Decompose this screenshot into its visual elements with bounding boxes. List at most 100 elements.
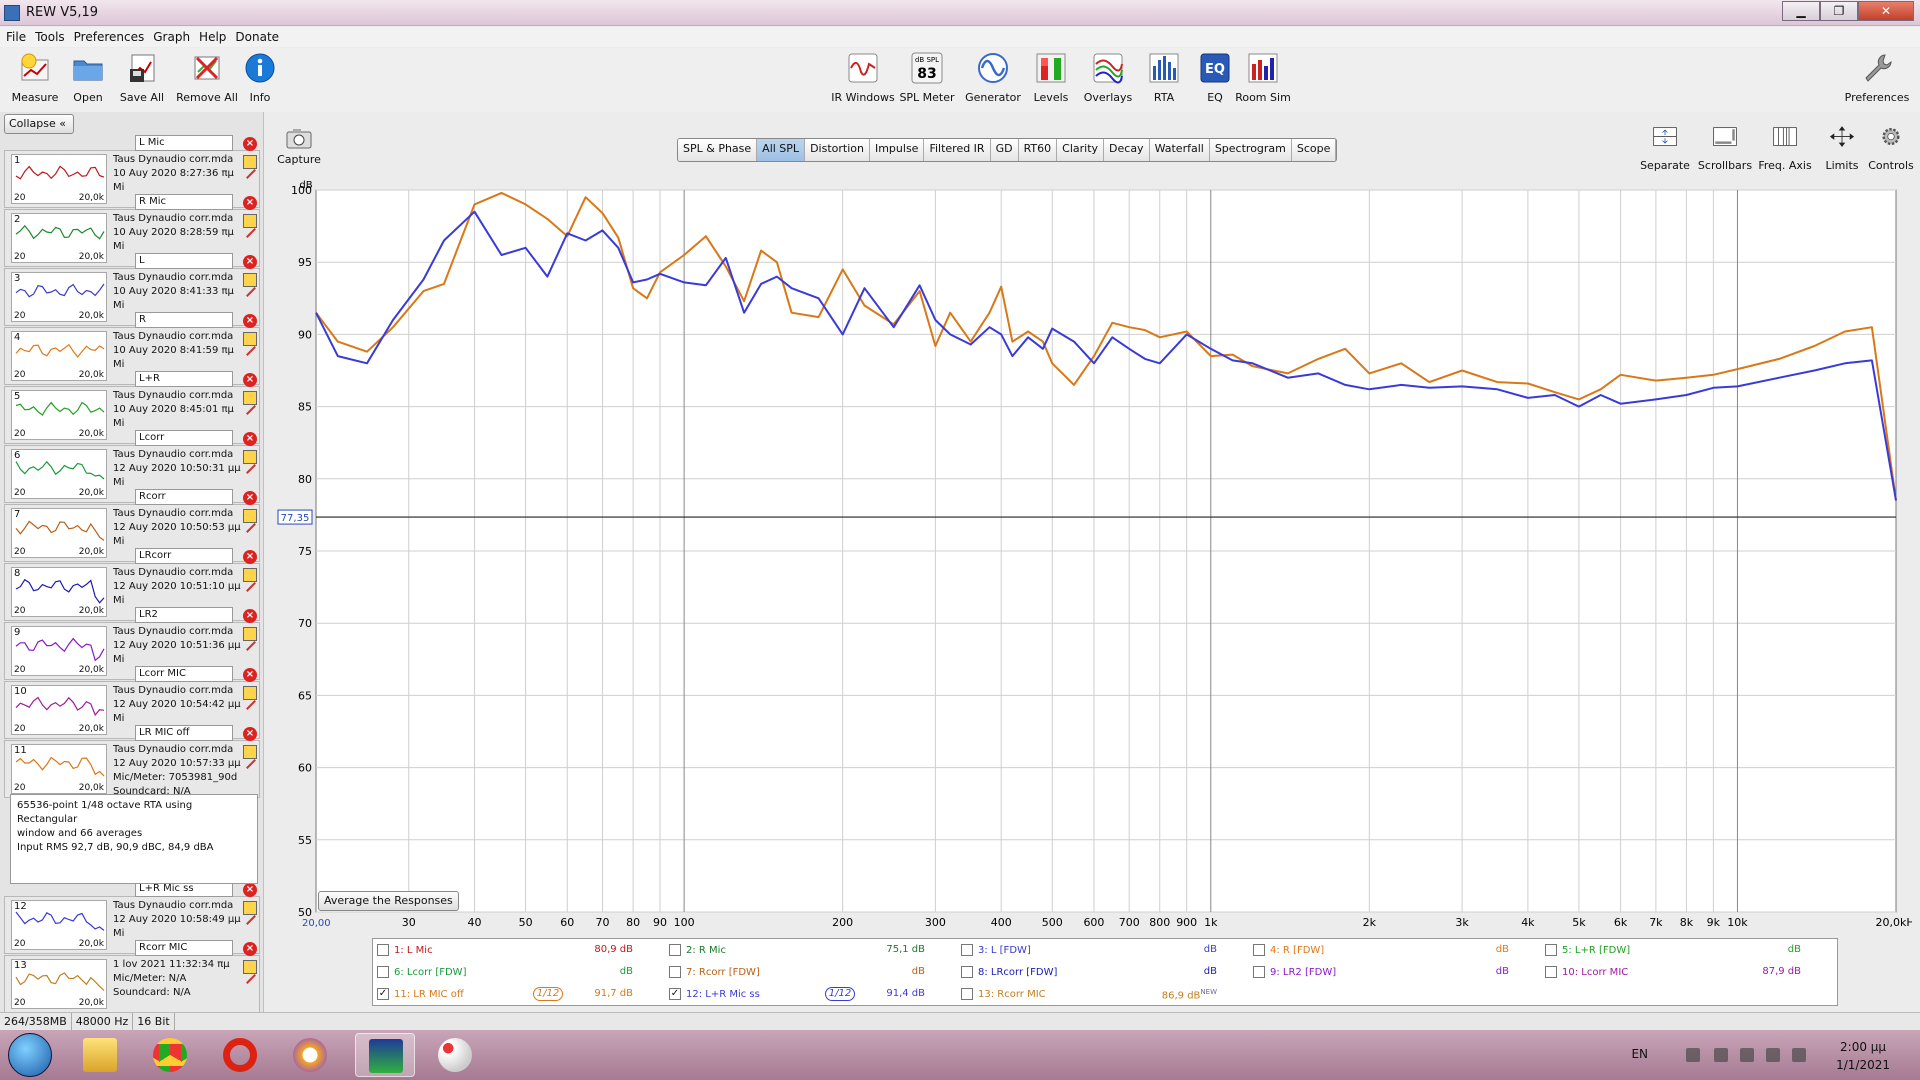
remove-measurement-button[interactable]: × — [243, 550, 257, 564]
close-button[interactable]: ✕ — [1858, 1, 1914, 21]
tab-spl-phase[interactable]: SPL & Phase — [678, 139, 758, 161]
legend-checkbox[interactable] — [1545, 966, 1557, 978]
smoothing-selector[interactable]: 1/12 — [533, 987, 563, 1001]
clock[interactable]: 2:00 μμ 1/1/2021 — [1836, 1038, 1890, 1074]
taskbar-paint[interactable] — [425, 1033, 485, 1077]
pen-icon[interactable] — [246, 915, 256, 925]
edit-measurement-icon[interactable] — [243, 627, 257, 641]
room-sim-button[interactable]: Room Sim — [1228, 52, 1298, 104]
start-button[interactable] — [8, 1033, 52, 1077]
menu-file[interactable]: File — [6, 30, 26, 44]
legend-item[interactable]: 5: L+R [FDW] — [1545, 944, 1630, 956]
legend-item[interactable]: ✓ 12: L+R Mic ss — [669, 988, 760, 1000]
save-all-button[interactable]: Save All — [107, 52, 177, 104]
remove-measurement-button[interactable]: × — [243, 668, 257, 682]
edit-measurement-icon[interactable] — [243, 155, 257, 169]
legend-item[interactable]: 3: L [FDW] — [961, 944, 1031, 956]
measurement-name-field[interactable]: Rcorr MIC — [135, 940, 233, 956]
edit-measurement-icon[interactable] — [243, 901, 257, 915]
legend-item[interactable]: 4: R [FDW] — [1253, 944, 1324, 956]
menu-help[interactable]: Help — [199, 30, 226, 44]
volume-icon[interactable] — [1792, 1048, 1806, 1062]
tab-filtered-ir[interactable]: Filtered IR — [924, 139, 991, 161]
legend-item[interactable]: 6: Lcorr [FDW] — [377, 966, 466, 978]
legend-checkbox[interactable]: ✓ — [669, 988, 681, 1000]
menu-tools[interactable]: Tools — [35, 30, 65, 44]
legend-checkbox[interactable]: ✓ — [377, 988, 389, 1000]
pen-icon[interactable] — [246, 464, 256, 474]
tab-impulse[interactable]: Impulse — [869, 139, 925, 161]
measurement-name-field[interactable]: LRcorr — [135, 548, 233, 564]
tab-decay[interactable]: Decay — [1104, 139, 1150, 161]
taskbar-chrome[interactable] — [140, 1033, 200, 1077]
remove-measurement-button[interactable]: × — [243, 314, 257, 328]
edit-measurement-icon[interactable] — [243, 273, 257, 287]
remove-measurement-button[interactable]: × — [243, 727, 257, 741]
taskbar-explorer[interactable] — [70, 1033, 130, 1077]
remove-measurement-button[interactable]: × — [243, 491, 257, 505]
edit-measurement-icon[interactable] — [243, 509, 257, 523]
legend-item[interactable]: 13: Rcorr MIC — [961, 988, 1046, 1000]
legend-checkbox[interactable] — [669, 966, 681, 978]
taskbar-opera[interactable] — [210, 1033, 270, 1077]
legend-item[interactable]: 9: LR2 [FDW] — [1253, 966, 1336, 978]
maximize-button[interactable]: ❐ — [1820, 1, 1858, 21]
pen-icon[interactable] — [246, 169, 256, 179]
measurement-thumbnail[interactable]: 1 20 20,0k — [11, 154, 107, 204]
remove-measurement-button[interactable]: × — [243, 137, 257, 151]
legend-item[interactable]: 10: Lcorr MIC — [1545, 966, 1628, 978]
edit-measurement-icon[interactable] — [243, 686, 257, 700]
pen-icon[interactable] — [246, 759, 256, 769]
measurement-thumbnail[interactable]: 7 20 20,0k — [11, 508, 107, 558]
pen-icon[interactable] — [246, 405, 256, 415]
tab-clarity[interactable]: Clarity — [1057, 139, 1105, 161]
measurement-thumbnail[interactable]: 3 20 20,0k — [11, 272, 107, 322]
spl-meter-button[interactable]: dB SPL 83 SPL Meter — [892, 52, 962, 104]
measurement-thumbnail[interactable]: 11 20 20,0k — [11, 744, 107, 794]
legend-item[interactable]: 1: L Mic — [377, 944, 433, 956]
legend-checkbox[interactable] — [1545, 944, 1557, 956]
measurement-thumbnail[interactable]: 12 20 20,0k — [11, 900, 107, 950]
measurement-card[interactable]: 13 20 20,0k Rcorr MIC × 1 lov 2021 11:32:34 π… — [4, 940, 260, 1013]
power-icon[interactable] — [1740, 1048, 1754, 1062]
menu-donate[interactable]: Donate — [235, 30, 279, 44]
remove-measurement-button[interactable]: × — [243, 942, 257, 956]
pen-icon[interactable] — [246, 287, 256, 297]
info-button[interactable]: Info — [225, 52, 295, 104]
show-hidden-icon[interactable] — [1686, 1048, 1700, 1062]
controls-button[interactable]: Controls — [1856, 126, 1920, 172]
pen-icon[interactable] — [246, 582, 256, 592]
network-icon[interactable] — [1766, 1048, 1780, 1062]
edit-measurement-icon[interactable] — [243, 745, 257, 759]
measurement-name-field[interactable]: L — [135, 253, 233, 269]
tab-rt60[interactable]: RT60 — [1018, 139, 1058, 161]
tab-gd[interactable]: GD — [990, 139, 1019, 161]
measurement-name-field[interactable]: LR2 — [135, 607, 233, 623]
measurement-thumbnail[interactable]: 2 20 20,0k — [11, 213, 107, 263]
legend-checkbox[interactable] — [669, 944, 681, 956]
legend-item[interactable]: 7: Rcorr [FDW] — [669, 966, 760, 978]
menu-preferences[interactable]: Preferences — [74, 30, 145, 44]
measurement-name-field[interactable]: Lcorr — [135, 430, 233, 446]
measurement-thumbnail[interactable]: 9 20 20,0k — [11, 626, 107, 676]
legend-checkbox[interactable] — [377, 966, 389, 978]
legend-item[interactable]: 2: R Mic — [669, 944, 726, 956]
taskbar-browser[interactable] — [280, 1033, 340, 1077]
measurement-thumbnail[interactable]: 8 20 20,0k — [11, 567, 107, 617]
edit-measurement-icon[interactable] — [243, 568, 257, 582]
measurement-thumbnail[interactable]: 5 20 20,0k — [11, 390, 107, 440]
legend-checkbox[interactable] — [961, 944, 973, 956]
taskbar-rew[interactable] — [355, 1033, 415, 1077]
remove-measurement-button[interactable]: × — [243, 373, 257, 387]
measurement-thumbnail[interactable]: 6 20 20,0k — [11, 449, 107, 499]
measurement-name-field[interactable]: L Mic — [135, 135, 233, 151]
measurement-name-field[interactable]: R — [135, 312, 233, 328]
measurement-thumbnail[interactable]: 13 20 20,0k — [11, 959, 107, 1009]
pen-icon[interactable] — [246, 228, 256, 238]
legend-item[interactable]: ✓ 11: LR MIC off — [377, 988, 464, 1000]
tab-scope[interactable]: Scope — [1291, 139, 1337, 161]
edit-measurement-icon[interactable] — [243, 214, 257, 228]
measurement-name-field[interactable]: Rcorr — [135, 489, 233, 505]
measurement-thumbnail[interactable]: 10 20 20,0k — [11, 685, 107, 735]
average-responses-button[interactable]: Average the Responses — [318, 891, 459, 911]
